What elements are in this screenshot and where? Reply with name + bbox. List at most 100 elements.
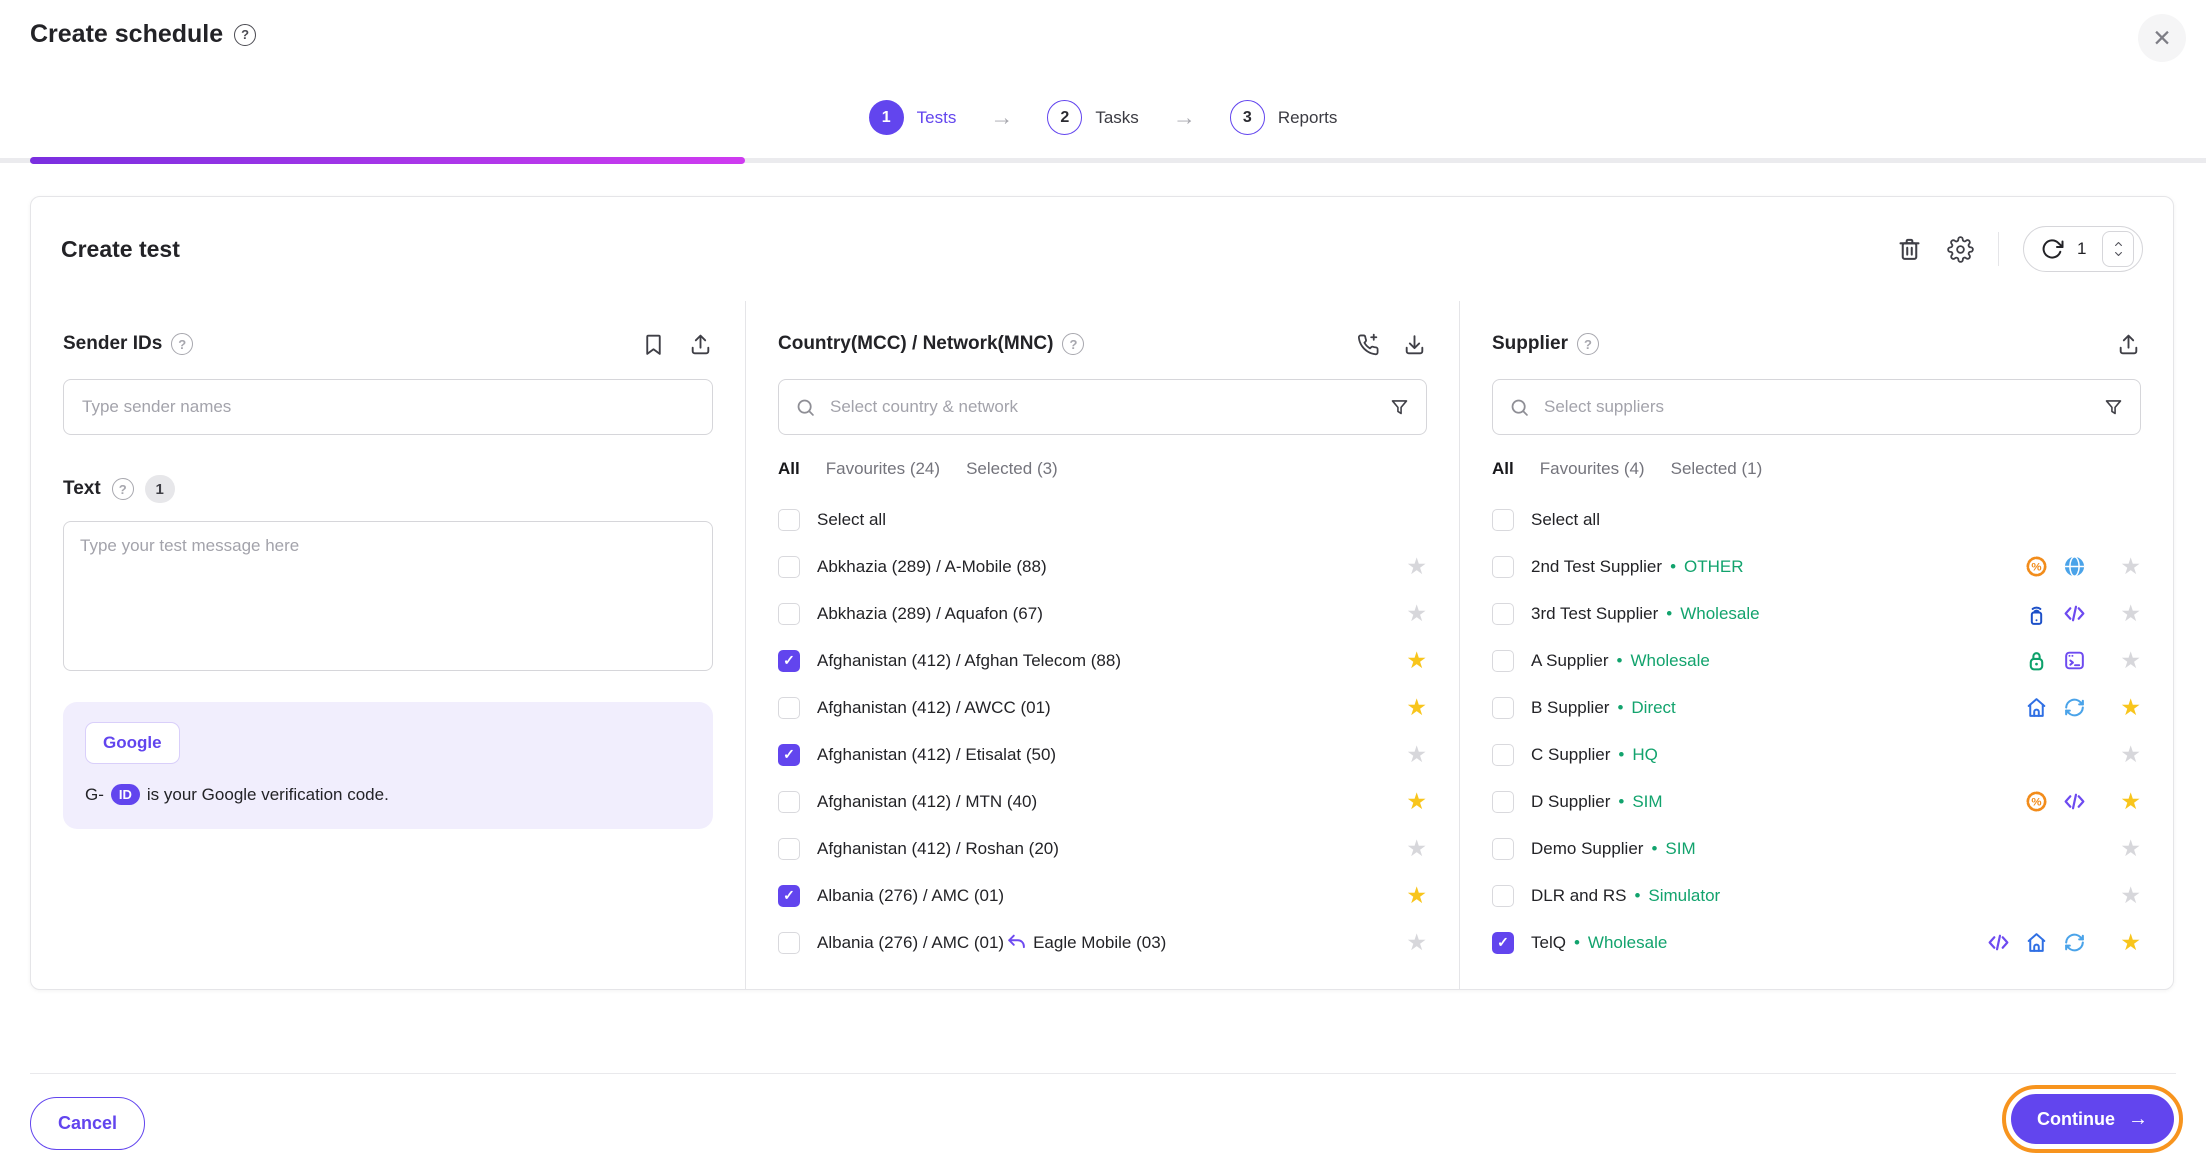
checkbox[interactable] [1492,509,1514,531]
supplier-row[interactable]: 2nd Test Supplier•OTHER%★ [1492,543,2141,590]
country-search-input[interactable] [828,396,1377,418]
filter-icon [1389,397,1410,418]
upload-senders-button[interactable] [688,332,713,357]
checkbox[interactable] [778,791,800,813]
favourite-star[interactable]: ★ [1406,649,1427,672]
step-label: Tests [917,108,957,128]
checkbox[interactable]: ✓ [778,885,800,907]
checkbox[interactable] [1492,791,1514,813]
cancel-button[interactable]: Cancel [30,1097,145,1150]
favourite-star[interactable]: ★ [2120,884,2141,907]
favourite-star[interactable]: ★ [1406,696,1427,719]
supplier-tab[interactable]: All [1492,459,1514,479]
step-arrow-icon: → [990,104,1013,131]
country-row[interactable]: ✓Afghanistan (412) / Etisalat (50)★ [778,731,1427,778]
favourite-star[interactable]: ★ [2120,931,2141,954]
supplier-row[interactable]: Demo Supplier•SIM★ [1492,825,2141,872]
country-tab[interactable]: Favourites (24) [826,459,940,479]
delete-test-button[interactable] [1896,236,1923,263]
supplier-label: C Supplier•HQ [1531,745,1658,765]
help-icon[interactable]: ? [171,333,193,355]
favourite-star[interactable]: ★ [1406,931,1427,954]
google-template-chip[interactable]: Google [85,722,180,764]
stepper-step-tests[interactable]: 1Tests [869,100,957,135]
favourite-star[interactable]: ★ [1406,837,1427,860]
checkbox[interactable] [778,603,800,625]
country-row[interactable]: ✓Albania (276) / AMC (01)★ [778,872,1427,919]
checkbox[interactable] [1492,697,1514,719]
favourite-star[interactable]: ★ [2120,790,2141,813]
test-settings-button[interactable] [1947,236,1974,263]
country-row[interactable]: ✓Afghanistan (412) / Afghan Telecom (88)… [778,637,1427,684]
country-row[interactable]: Abkhazia (289) / Aquafon (67)★ [778,590,1427,637]
supplier-row[interactable]: DLR and RS•Simulator★ [1492,872,2141,919]
add-phone-button[interactable] [1355,332,1380,357]
supplier-label: TelQ•Wholesale [1531,933,1667,953]
country-select-all-row[interactable]: Select all [778,496,1427,543]
checkbox[interactable] [778,556,800,578]
favourite-star[interactable]: ★ [2120,602,2141,625]
test-message-textarea[interactable] [63,521,713,671]
help-icon[interactable]: ? [1577,333,1599,355]
supplier-row[interactable]: ✓ TelQ•Wholesale ★ [1492,919,2141,966]
country-row[interactable]: Afghanistan (412) / AWCC (01)★ [778,684,1427,731]
favourite-star[interactable]: ★ [1406,555,1427,578]
upload-suppliers-button[interactable] [2116,332,2141,357]
stepper-step-tasks[interactable]: 2Tasks [1047,100,1138,135]
favourite-star[interactable]: ★ [2120,649,2141,672]
favourite-star[interactable]: ★ [2120,743,2141,766]
favourite-star[interactable]: ★ [1406,602,1427,625]
sender-names-input[interactable] [63,379,713,435]
favourite-star[interactable]: ★ [1406,884,1427,907]
checkbox[interactable] [778,838,800,860]
favourite-star[interactable]: ★ [2120,696,2141,719]
supplier-row[interactable]: C Supplier•HQ ★ [1492,731,2141,778]
supplier-row[interactable]: 3rd Test Supplier•Wholesale ★ [1492,590,2141,637]
checkbox[interactable]: ✓ [778,744,800,766]
supplier-title-text: Supplier [1492,333,1568,355]
supplier-select-all-row[interactable]: Select all [1492,496,2141,543]
checkbox[interactable]: ✓ [778,650,800,672]
download-networks-button[interactable] [1402,332,1427,357]
favourite-star[interactable]: ★ [2120,837,2141,860]
checkbox[interactable] [778,509,800,531]
checkbox[interactable] [1492,744,1514,766]
favourite-star[interactable]: ★ [1406,790,1427,813]
favourite-star[interactable]: ★ [1406,743,1427,766]
country-tab[interactable]: All [778,459,800,479]
supplier-status-icons: % [2024,554,2087,579]
checkbox[interactable] [1492,885,1514,907]
country-tab[interactable]: Selected (3) [966,459,1058,479]
supplier-search-input[interactable] [1542,396,2091,418]
close-icon[interactable]: ✕ [2138,14,2186,62]
supplier-tab[interactable]: Selected (1) [1671,459,1763,479]
country-filter-button[interactable] [1389,397,1410,418]
favourite-star[interactable]: ★ [2120,555,2141,578]
repeat-increment-button[interactable] [2111,239,2126,249]
supplier-row[interactable]: B Supplier•Direct★ [1492,684,2141,731]
country-row[interactable]: Albania (276) / AMC (01)Eagle Mobile (03… [778,919,1427,966]
checkbox[interactable] [1492,650,1514,672]
help-icon[interactable]: ? [234,24,256,46]
checkbox[interactable] [1492,838,1514,860]
supplier-label: 3rd Test Supplier•Wholesale [1531,604,1760,624]
stepper-step-reports[interactable]: 3Reports [1230,100,1338,135]
checkbox[interactable] [1492,603,1514,625]
help-icon[interactable]: ? [1062,333,1084,355]
country-row[interactable]: Afghanistan (412) / MTN (40)★ [778,778,1427,825]
panel-header: Create test 1 [31,197,2173,301]
continue-button[interactable]: Continue → [2011,1094,2174,1144]
supplier-tab[interactable]: Favourites (4) [1540,459,1645,479]
country-row[interactable]: Afghanistan (412) / Roshan (20)★ [778,825,1427,872]
checkbox[interactable] [1492,556,1514,578]
supplier-filter-button[interactable] [2103,397,2124,418]
saved-senders-button[interactable] [641,332,666,357]
help-icon[interactable]: ? [112,478,134,500]
country-row[interactable]: Abkhazia (289) / A-Mobile (88)★ [778,543,1427,590]
supplier-row[interactable]: D Supplier•SIM%★ [1492,778,2141,825]
repeat-decrement-button[interactable] [2111,249,2126,259]
checkbox[interactable] [778,932,800,954]
checkbox[interactable]: ✓ [1492,932,1514,954]
supplier-row[interactable]: A Supplier•Wholesale★ [1492,637,2141,684]
checkbox[interactable] [778,697,800,719]
